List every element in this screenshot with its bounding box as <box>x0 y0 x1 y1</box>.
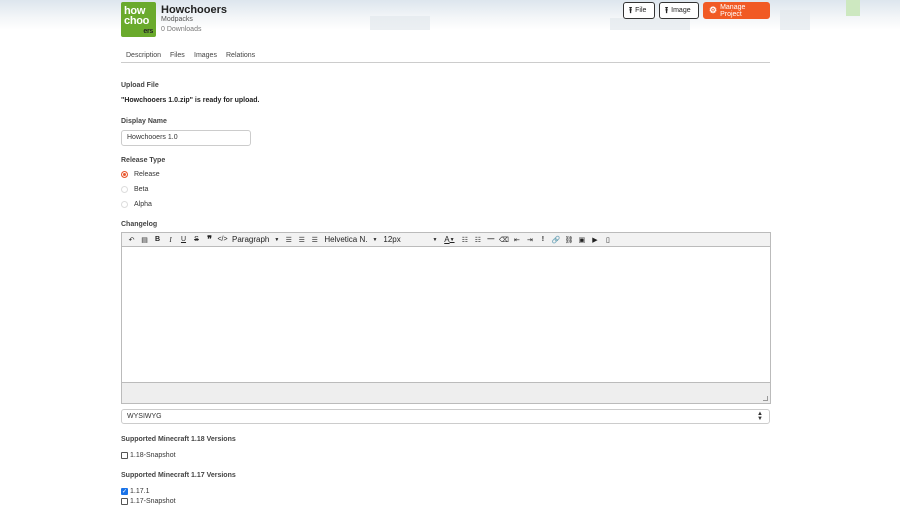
version-checkbox-1-17-snapshot[interactable]: 1.17-Snapshot <box>121 496 176 506</box>
video-icon[interactable]: ▶ <box>588 234 601 246</box>
versions-118-heading: Supported Minecraft 1.18 Versions <box>121 436 236 443</box>
gear-icon: ⚙ <box>709 5 718 15</box>
clear-format-icon[interactable]: ⌫ <box>497 234 510 246</box>
align-center-icon[interactable]: ☰ <box>295 234 308 246</box>
select-arrows-icon: ▲ ▼ <box>757 411 763 422</box>
changelog-label: Changelog <box>121 221 158 228</box>
project-header: how choo ers Howchooers Modpacks 0 Downl… <box>121 2 771 37</box>
project-tabs: Description Files Images Relations <box>121 52 770 63</box>
editor-statusbar <box>122 383 770 403</box>
display-name-label: Display Name <box>121 118 167 125</box>
indent-icon[interactable]: ⇥ <box>523 234 536 246</box>
bullet-list-icon[interactable]: ☷ <box>458 234 471 246</box>
block-format-dropdown[interactable]: Paragraph ▼ <box>229 234 282 246</box>
font-size-value: 12px <box>383 235 401 244</box>
upload-file-button[interactable]: ⭱ File <box>623 2 655 19</box>
manage-project-button[interactable]: ⚙ Manage Project <box>703 2 770 19</box>
radio-button[interactable] <box>121 200 128 208</box>
upload-status: "Howchooers 1.0.zip" is ready for upload… <box>121 97 260 104</box>
checkbox[interactable] <box>121 451 128 459</box>
project-logo[interactable]: how choo ers <box>121 2 156 37</box>
horizontal-rule-icon[interactable]: — <box>484 234 497 246</box>
radio-label: Release <box>134 170 160 178</box>
upload-image-button[interactable]: ⭱ Image <box>659 2 699 19</box>
version-checkbox-1-18-snapshot[interactable]: 1.18-Snapshot <box>121 450 176 460</box>
radio-label: Alpha <box>134 200 152 208</box>
tab-relations[interactable]: Relations <box>226 52 255 59</box>
unlink-icon[interactable]: ⛓ <box>562 234 575 246</box>
undo-icon[interactable]: ↶ <box>125 234 138 246</box>
checkbox[interactable] <box>121 497 128 505</box>
upload-icon: ⭱ <box>665 4 669 15</box>
upload-file-label: File <box>635 7 647 14</box>
checkbox-checked[interactable]: ✓ <box>121 487 128 495</box>
align-left-icon[interactable]: ☰ <box>282 234 295 246</box>
upload-icon: ⭱ <box>629 4 633 15</box>
bold-icon[interactable]: B <box>151 234 164 246</box>
editor-content-area[interactable] <box>122 247 770 383</box>
italic-icon[interactable]: I <box>164 234 177 246</box>
release-type-label: Release Type <box>121 157 166 164</box>
chevron-down-icon: ▼ <box>372 236 378 243</box>
download-count: 0 Downloads <box>161 26 202 33</box>
chevron-down-icon: ▼ <box>432 236 438 243</box>
manage-project-label: Manage Project <box>720 3 746 18</box>
outdent-icon[interactable]: ⇤ <box>510 234 523 246</box>
tab-description[interactable]: Description <box>126 52 161 59</box>
version-checkbox-1-17-1[interactable]: ✓ 1.17.1 <box>121 486 149 496</box>
tab-images[interactable]: Images <box>194 52 217 59</box>
font-family-dropdown[interactable]: Helvetica N. ▼ <box>321 234 380 246</box>
block-format-value: Paragraph <box>232 235 270 244</box>
editor-toolbar: ↶ ▤ B I U S ❞ </> Paragraph ▼ ☰ ☰ ☰ Helv… <box>122 233 770 247</box>
radio-button[interactable] <box>121 185 128 193</box>
paste-icon[interactable]: ▤ <box>138 234 151 246</box>
markup-type-value: WYSIWYG <box>127 413 162 420</box>
radio-button-selected[interactable] <box>121 170 128 178</box>
font-family-value: Helvetica N. <box>324 235 368 244</box>
numbered-list-icon[interactable]: ☷ <box>471 234 484 246</box>
strikethrough-icon[interactable]: S <box>190 234 203 246</box>
source-code-icon[interactable]: ▯ <box>601 234 614 246</box>
checkbox-label: 1.18-Snapshot <box>130 451 176 459</box>
image-icon[interactable]: ▣ <box>575 234 588 246</box>
text-color-icon[interactable]: A ▼ <box>440 234 458 246</box>
logo-text-2: choo <box>124 15 150 27</box>
radio-release[interactable]: Release <box>121 169 160 179</box>
logo-text-3: ers <box>143 28 153 35</box>
checkbox-label: 1.17.1 <box>130 487 150 495</box>
radio-alpha[interactable]: Alpha <box>121 199 152 209</box>
link-icon[interactable]: 🔗 <box>549 234 562 246</box>
changelog-editor: ↶ ▤ B I U S ❞ </> Paragraph ▼ ☰ ☰ ☰ Helv… <box>121 232 771 404</box>
versions-117-heading: Supported Minecraft 1.17 Versions <box>121 472 236 479</box>
radio-beta[interactable]: Beta <box>121 184 148 194</box>
chevron-down-icon: ▼ <box>274 236 280 243</box>
checkbox-label: 1.17-Snapshot <box>130 497 176 505</box>
font-size-dropdown[interactable]: 12px ▼ <box>380 234 440 246</box>
project-category[interactable]: Modpacks <box>161 16 193 23</box>
radio-label: Beta <box>134 185 149 193</box>
upload-image-label: Image <box>671 7 691 14</box>
resize-handle[interactable] <box>763 396 768 401</box>
blockquote-icon[interactable]: ❞ <box>203 234 216 246</box>
code-icon[interactable]: </> <box>216 234 229 246</box>
underline-icon[interactable]: U <box>177 234 190 246</box>
tab-files[interactable]: Files <box>170 52 185 59</box>
spoiler-icon[interactable]: ! <box>536 234 549 246</box>
upload-file-heading: Upload File <box>121 82 159 89</box>
markup-type-select[interactable]: WYSIWYG ▲ ▼ <box>121 409 770 424</box>
display-name-field[interactable]: Howchooers 1.0 <box>121 130 251 146</box>
project-title[interactable]: Howchooers <box>161 4 227 16</box>
align-right-icon[interactable]: ☰ <box>308 234 321 246</box>
